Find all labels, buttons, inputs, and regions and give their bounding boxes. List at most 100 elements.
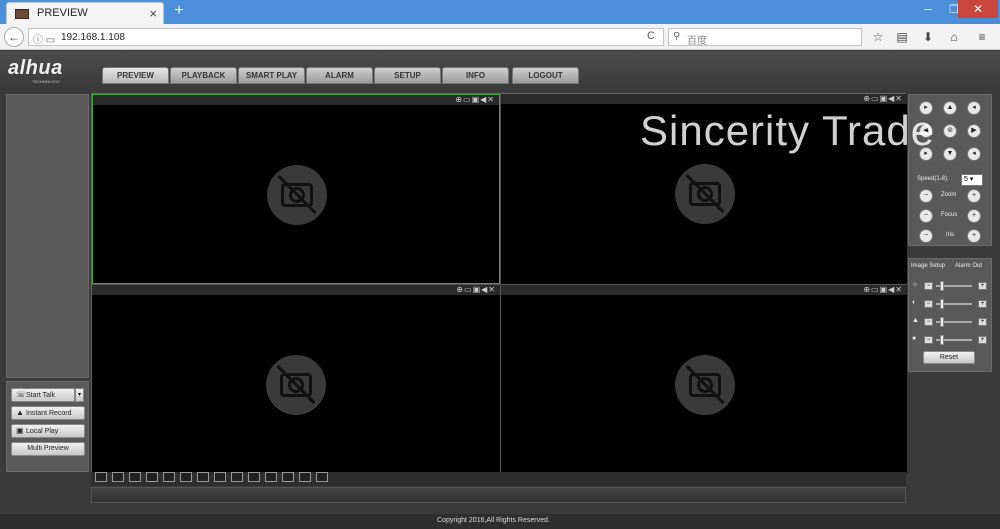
search-box[interactable]: ⚲ 百度: [668, 28, 862, 47]
tab-preview[interactable]: PREVIEW: [102, 67, 169, 84]
copyright-text: Copyright 2016,All Rights Reserved.: [437, 517, 550, 524]
video-cell-4[interactable]: ⊕▭▣◀✕: [501, 285, 907, 473]
no-video-camera-icon: [675, 164, 735, 224]
zoom-in-button[interactable]: +: [967, 189, 981, 203]
no-video-camera-icon: [266, 355, 326, 415]
zoom-label: Zoom: [941, 192, 957, 198]
saturation-icon: ▲: [912, 317, 919, 324]
focus-in-button[interactable]: +: [967, 209, 981, 223]
bookmark-star-icon[interactable]: ☆: [870, 29, 886, 45]
iris-label: Iris: [946, 232, 954, 238]
zoom-out-button[interactable]: −: [919, 189, 933, 203]
back-arrow-icon[interactable]: ←: [4, 27, 24, 47]
image-setup-panel: Image Setup Alarm Out ☼ − + ◐ − + ▲ − + ● − + Re…: [908, 258, 992, 372]
film-icon: ▣: [16, 426, 24, 435]
menu-icon[interactable]: ≡: [974, 29, 990, 45]
window-close-button[interactable]: ✕: [958, 0, 998, 18]
layout-button[interactable]: [299, 472, 311, 482]
contrast-slider[interactable]: ◐ − +: [912, 299, 990, 309]
phone-icon: ☏: [16, 390, 27, 399]
ptz-down-right-button[interactable]: ◂: [967, 147, 981, 161]
layout-button[interactable]: [180, 472, 192, 482]
brightness-slider[interactable]: ☼ − +: [912, 281, 990, 291]
iris-close-button[interactable]: −: [919, 229, 933, 243]
timeline-bar[interactable]: [91, 487, 906, 503]
brightness-icon: ☼: [912, 281, 919, 288]
tab-alarm-out[interactable]: Alarm Out: [955, 263, 982, 269]
layout-button[interactable]: [95, 472, 107, 482]
instant-record-button[interactable]: ▲ Instant Record: [11, 406, 85, 420]
home-icon[interactable]: ⌂: [946, 29, 962, 45]
video-cell-3[interactable]: ⊕▭▣◀✕: [92, 285, 500, 473]
new-tab-button[interactable]: +: [170, 2, 188, 20]
layout-button[interactable]: [316, 472, 328, 482]
image-setup-tabs: Image Setup Alarm Out: [909, 261, 993, 273]
layout-button[interactable]: [231, 472, 243, 482]
reset-button[interactable]: Reset: [923, 351, 975, 364]
address-bar[interactable]: ⓘ ▭ 192.168.1.108 C: [28, 28, 664, 46]
video-cell-tool-icons[interactable]: ⊕▭▣◀✕: [863, 94, 903, 103]
video-cell-tool-icons[interactable]: ⊕▭▣◀✕: [455, 95, 495, 104]
hue-slider[interactable]: ● − +: [912, 335, 990, 345]
no-video-camera-icon: [675, 355, 735, 415]
channel-list-panel: [6, 94, 89, 378]
app-header: alhua TECHNOLOGY PREVIEW PLAYBACK SMART …: [0, 51, 1000, 88]
layout-button[interactable]: [112, 472, 124, 482]
tab-favicon-icon: [15, 9, 29, 19]
video-cell-toolbar: ⊕▭▣◀✕: [501, 285, 907, 295]
url-text: 192.168.1.108: [61, 32, 125, 43]
video-cell-tool-icons[interactable]: ⊕▭▣◀✕: [863, 285, 903, 294]
tab-close-icon[interactable]: ×: [149, 6, 157, 21]
tab-playback[interactable]: PLAYBACK: [170, 67, 237, 84]
layout-button[interactable]: [248, 472, 260, 482]
search-placeholder: 百度: [687, 36, 707, 47]
iris-open-button[interactable]: +: [967, 229, 981, 243]
speed-select[interactable]: 5 ▾: [961, 174, 983, 186]
tab-info[interactable]: INFO: [442, 67, 509, 84]
minimize-button[interactable]: ─: [918, 2, 938, 18]
tab-image-setup[interactable]: Image Setup: [911, 263, 945, 269]
local-play-button[interactable]: ▣ Local Play: [11, 424, 85, 438]
watermark-text: Sincerity Trade: [640, 107, 936, 154]
layout-button[interactable]: [146, 472, 158, 482]
browser-tab[interactable]: PREVIEW ×: [6, 2, 164, 24]
tab-smart-play[interactable]: SMART PLAY: [238, 67, 305, 84]
layout-button[interactable]: [163, 472, 175, 482]
contrast-icon: ◐: [912, 299, 917, 306]
no-video-camera-icon: [267, 165, 327, 225]
talk-dropdown-icon[interactable]: ▾: [75, 388, 84, 402]
reading-list-icon[interactable]: ▤: [894, 29, 910, 45]
layout-button[interactable]: [265, 472, 277, 482]
tab-logout[interactable]: LOGOUT: [512, 67, 579, 84]
focus-label: Focus: [941, 212, 958, 218]
grid-divider: [500, 94, 501, 473]
layout-button[interactable]: [282, 472, 294, 482]
layout-button[interactable]: [197, 472, 209, 482]
app-footer: Copyright 2016,All Rights Reserved.: [0, 514, 1000, 529]
tab-title: PREVIEW: [37, 7, 88, 19]
reload-icon[interactable]: C: [647, 30, 655, 42]
tab-alarm[interactable]: ALARM: [306, 67, 373, 84]
video-cell-toolbar: ⊕▭▣◀✕: [501, 94, 907, 104]
video-cell-1[interactable]: ⊕▭▣◀✕: [92, 94, 500, 284]
video-cell-toolbar: ⊕▭▣◀✕: [92, 285, 500, 295]
start-talk-button[interactable]: ☏Start Talk: [11, 388, 75, 402]
ptz-down-button[interactable]: ▼: [943, 147, 957, 161]
browser-tabstrip: PREVIEW × + ─ ❐ ✕: [0, 0, 1000, 24]
browser-navbar: ← ⓘ ▭ 192.168.1.108 C ⚲ 百度 ☆ ▤ ⬇ ⌂ ≡: [0, 24, 1000, 50]
tab-setup[interactable]: SETUP: [374, 67, 441, 84]
brand-logo-sub: TECHNOLOGY: [32, 79, 61, 84]
ptz-up-button[interactable]: ▲: [943, 101, 957, 115]
left-control-panel: ☏Start Talk ▾ ▲ Instant Record ▣ Local Pla…: [6, 381, 89, 472]
focus-out-button[interactable]: −: [919, 209, 933, 223]
multi-preview-button[interactable]: Multi Preview: [11, 442, 85, 456]
ptz-center-button[interactable]: ⊚: [943, 124, 957, 138]
info-icon[interactable]: ⓘ ▭: [33, 31, 55, 46]
ptz-up-right-button[interactable]: ◂: [967, 101, 981, 115]
layout-button[interactable]: [129, 472, 141, 482]
saturation-slider[interactable]: ▲ − +: [912, 317, 990, 327]
download-icon[interactable]: ⬇: [920, 29, 936, 45]
ptz-right-button[interactable]: ▶: [967, 124, 981, 138]
video-cell-tool-icons[interactable]: ⊕▭▣◀✕: [456, 285, 496, 294]
layout-button[interactable]: [214, 472, 226, 482]
